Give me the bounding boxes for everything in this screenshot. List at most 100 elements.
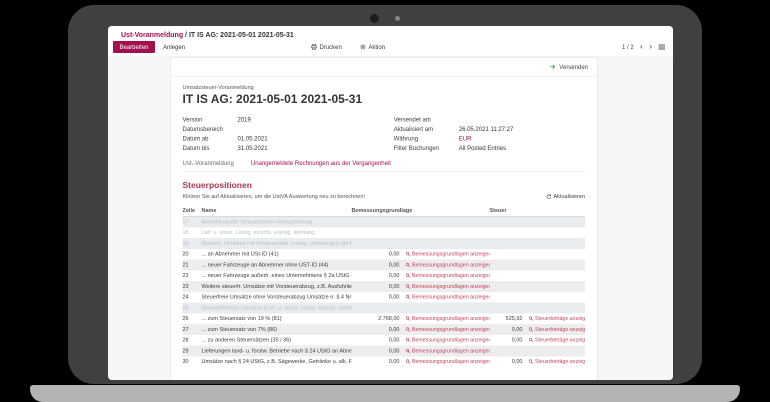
steuer-link[interactable]: Steuerbeträge anzeigen (527, 337, 586, 343)
breadcrumb-record: IT IS AG: 2021-05-01 2021-05-31 (189, 31, 294, 39)
button-row: Bearbeiten Anlegen Drucken Aktion (108, 39, 673, 56)
refresh-icon (546, 194, 552, 200)
sheet: Umsatzsteuer-Voranmeldung IT IS AG: 2021… (171, 77, 598, 368)
tax-table-body: 17 Anmeldung der Umsatzsteuer-Vorauszahl… (183, 217, 586, 368)
row-bmg-amount: 0,00 (352, 359, 404, 365)
content-area: Versenden Umsatzsteuer-Voranmeldung IT I… (108, 57, 673, 380)
row-zeile: 17 (183, 219, 202, 225)
card-statusbar: Versenden (171, 58, 598, 77)
field-datum-bis: Datum bis31.05.2021 (183, 143, 374, 153)
row-zeile: 26 (183, 316, 202, 322)
row-name: ... zu anderen Steuersätzen (35 / 36) (202, 337, 352, 343)
refresh-button[interactable]: Aktualisieren (546, 194, 585, 200)
bmg-link[interactable]: Bemessungsgrundlagen anzeigen (404, 294, 490, 300)
magnifier-icon (406, 327, 411, 332)
pager-next-icon[interactable]: › (649, 43, 652, 51)
field-versendet-am: Versendet am (394, 115, 585, 125)
field-grid: Version2019 Datumsbereich Datum ab01.05.… (183, 115, 586, 153)
row-zeile: 27 (183, 326, 202, 332)
printer-icon (311, 44, 317, 50)
magnifier-icon (529, 316, 534, 321)
magnifier-icon (406, 273, 411, 278)
row-name: ... neuer Fahrzeuge an Abnehmer ohne UST… (202, 262, 352, 268)
magnifier-icon (406, 359, 411, 364)
magnifier-icon (529, 327, 534, 332)
row-name: Weitere steuerfr. Umsätze mit Vorsteuera… (202, 283, 352, 289)
steuer-link[interactable]: Steuerbeträge anzeigen (527, 326, 586, 332)
field-waehrung: WährungEUR (394, 134, 585, 144)
row-zeile: 30 (183, 359, 202, 365)
field-column-left: Version2019 Datumsbereich Datum ab01.05.… (183, 115, 374, 153)
row-zeile: 18 (183, 230, 202, 236)
send-arrow-icon (549, 64, 556, 71)
table-row: 18 Lief. u. sonst. Leistg. einschl. unen… (183, 227, 586, 238)
bmg-link[interactable]: Bemessungsgrundlagen anzeigen (404, 326, 490, 332)
pager-count: 1 / 2 (622, 44, 634, 51)
gear-icon (360, 44, 366, 50)
control-panel: Ust-Voranmeldung / IT IS AG: 2021-05-01 … (108, 26, 673, 57)
row-name: Anmeldung der Umsatzsteuer-Vorauszahlung (202, 219, 352, 225)
bmg-link[interactable]: Bemessungsgrundlagen anzeigen (404, 348, 490, 354)
row-name: Umsätze nach § 24 UStG, z.B. Sägewerke, … (202, 359, 352, 365)
bmg-link[interactable]: Bemessungsgrundlagen anzeigen (404, 316, 490, 322)
action-menu-button[interactable]: Aktion (360, 44, 385, 51)
print-button[interactable]: Drucken (311, 44, 342, 51)
row-zeile: 22 (183, 273, 202, 279)
doc-type-label: Umsatzsteuer-Voranmeldung (183, 85, 586, 91)
field-datum-ab: Datum ab01.05.2021 (183, 134, 374, 144)
row-bmg-amount: 0,00 (352, 348, 404, 354)
magnifier-icon (406, 348, 411, 353)
bmg-link[interactable]: Bemessungsgrundlagen anzeigen (404, 262, 490, 268)
row-bmg-amount: 0,00 (352, 251, 404, 257)
table-row: 28 ... zu anderen Steuersätzen (35 / 36)… (183, 335, 586, 346)
steuer-link[interactable]: Steuerbeträge anzeigen (527, 316, 586, 322)
table-header: Zeile Name Bemessungsgrundlage Steuer (183, 206, 586, 217)
bmg-link[interactable]: Bemessungsgrundlagen anzeigen (404, 283, 490, 289)
row-name: Steuerfr. Umsätze mit Vorsteuerabz. inne… (202, 240, 352, 246)
section-title: Steuerpositionen (183, 181, 586, 191)
row-name: ... neuer Fahrzeuge außerh. eines Untern… (202, 273, 352, 279)
row-name: ... an Abnehmer mit USt-ID (41) (202, 251, 352, 257)
row-name: Steuerpflichtige Umsätze (Lief. u. sonst… (202, 305, 352, 311)
bmg-link[interactable]: Bemessungsgrundlagen anzeigen (404, 359, 490, 365)
magnifier-icon (406, 316, 411, 321)
row-bmg-amount: 0,00 (352, 326, 404, 332)
bmg-link[interactable]: Bemessungsgrundlagen anzeigen (404, 337, 490, 343)
row-bmg-amount: 0,00 (352, 337, 404, 343)
currency-link[interactable]: EUR (459, 135, 472, 142)
bmg-link[interactable]: Bemessungsgrundlagen anzeigen (404, 273, 490, 279)
magnifier-icon (406, 252, 411, 257)
row-bmg-amount: 0,00 (352, 273, 404, 279)
magnifier-icon (406, 295, 411, 300)
magnifier-icon (529, 338, 534, 343)
table-row: 27 ... zum Steuersatz von 7% (86) 0,00 B… (183, 324, 586, 335)
field-datumsbereich: Datumsbereich (183, 124, 374, 134)
table-row: 21 ... neuer Fahrzeuge an Abnehmer ohne … (183, 260, 586, 271)
tab-unangemeldete-rechnungen[interactable]: Unangemeldete Rechnungen aus der Vergang… (251, 160, 391, 167)
create-button[interactable]: Anlegen (163, 44, 185, 51)
breadcrumb: Ust-Voranmeldung / IT IS AG: 2021-05-01 … (108, 26, 673, 39)
row-steuer-amount: 0,00 (490, 337, 527, 343)
row-bmg-amount: 0,00 (352, 283, 404, 289)
tab-ustva[interactable]: Ust.-Voranmeldung (183, 160, 234, 167)
camera-dot (370, 14, 379, 23)
header-steuer: Steuer (490, 208, 586, 214)
steuer-link[interactable]: Steuerbeträge anzeigen (527, 359, 586, 365)
field-filter-buchungen: Filter BuchungenAll Posted Entries (394, 143, 585, 153)
table-row: 30 Umsätze nach § 24 UStG, z.B. Sägewerk… (183, 356, 586, 367)
breadcrumb-section[interactable]: Ust-Voranmeldung (121, 31, 183, 39)
table-row: 22 ... neuer Fahrzeuge außerh. eines Unt… (183, 270, 586, 281)
row-steuer-amount: 525,92 (490, 316, 527, 322)
menu-icon[interactable] (659, 45, 666, 50)
pager-prev-icon[interactable]: ‹ (640, 43, 643, 51)
table-row: 25 Steuerpflichtige Umsätze (Lief. u. so… (183, 303, 586, 314)
send-button[interactable]: Versenden (559, 63, 588, 70)
magnifier-icon (406, 284, 411, 289)
row-name: Steuerfreie Umsätze ohne Vorsteuerabzug … (202, 294, 352, 300)
header-name: Name (202, 208, 352, 214)
table-row: 20 ... an Abnehmer mit USt-ID (41) 0,00 … (183, 249, 586, 260)
edit-button[interactable]: Bearbeiten (113, 41, 155, 53)
row-zeile: 21 (183, 262, 202, 268)
bmg-link[interactable]: Bemessungsgrundlagen anzeigen (404, 251, 490, 257)
row-zeile: 25 (183, 305, 202, 311)
